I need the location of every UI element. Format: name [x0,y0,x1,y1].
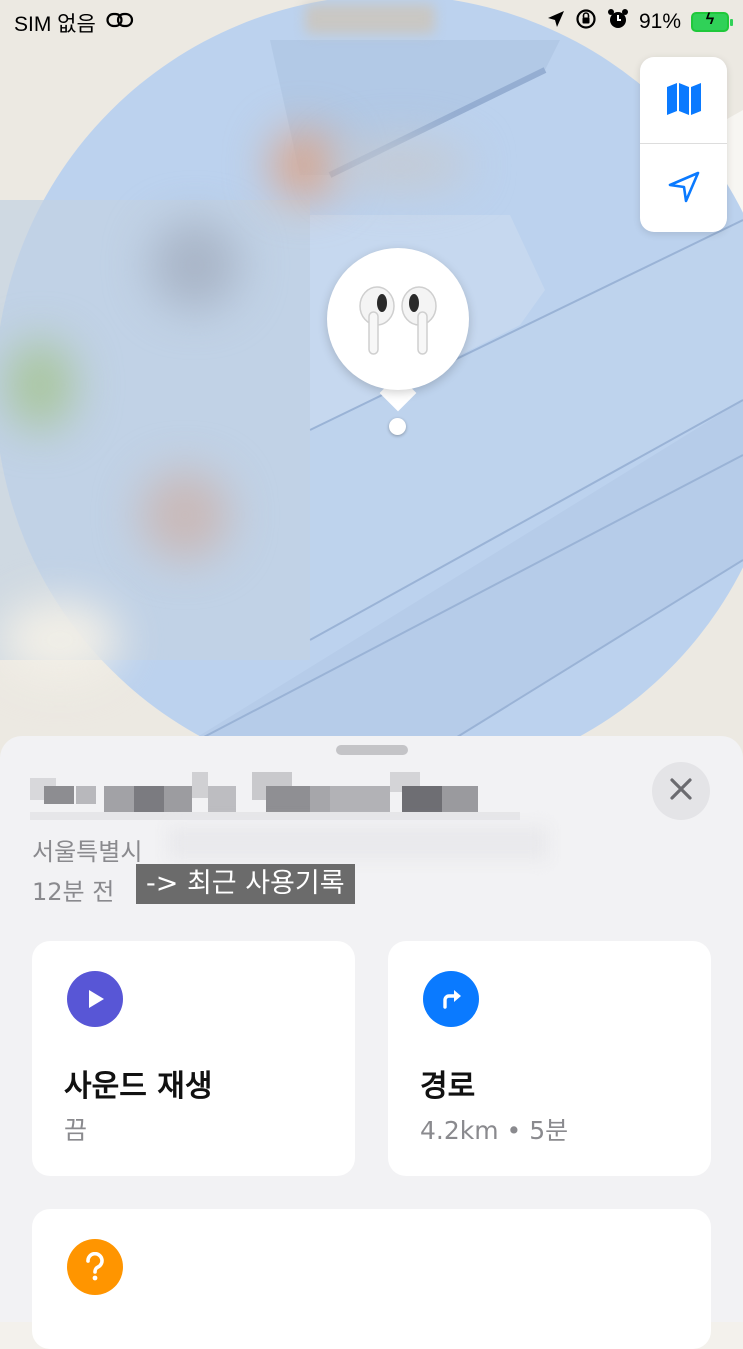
location-dot [389,418,406,435]
map-icon [666,82,702,119]
play-sound-card[interactable]: 사운드 재생 끔 [32,941,355,1176]
play-sound-title: 사운드 재생 [64,1069,213,1104]
device-pin[interactable] [327,248,469,390]
directions-arrow-icon [423,971,479,1027]
directions-card[interactable]: 경로 4.2km • 5분 [388,941,711,1176]
alarm-icon [607,8,629,36]
location-arrow-icon [547,10,565,34]
recent-history-annotation: -> 최근 사용기록 [136,864,355,904]
current-location-button[interactable] [640,145,727,232]
controls-divider [640,143,727,144]
device-address: 서울특별시 [32,838,143,866]
help-card[interactable] [32,1209,711,1349]
map-controls [640,57,727,232]
close-button[interactable] [652,762,710,820]
play-icon [67,971,123,1027]
device-detail-sheet: 서울특별시 12분 전 -> 최근 사용기록 사운드 재생 끔 경로 4.2km… [0,736,743,1349]
directions-title: 경로 [420,1069,476,1104]
link-icon [106,11,134,35]
map-mode-button[interactable] [640,57,727,144]
blurred-address [168,826,548,860]
question-icon [67,1239,123,1295]
battery-percent: 91% [638,10,681,33]
blurred-time [305,4,435,34]
last-seen-time: 12분 전 [32,878,115,906]
close-icon [669,777,693,805]
status-bar: SIM 없음 91% ϟ [0,0,743,40]
battery-charging-icon: ϟ [691,11,733,32]
blurred-device-name [30,772,520,820]
location-arrow-icon [667,170,701,208]
directions-distance: 4.2km • 5분 [420,1116,569,1145]
sheet-grabber[interactable] [336,745,408,755]
rotation-lock-icon [575,8,597,36]
carrier-label: SIM 없음 [14,13,96,36]
airpods-icon [327,286,469,394]
play-sound-status: 끔 [64,1116,88,1145]
